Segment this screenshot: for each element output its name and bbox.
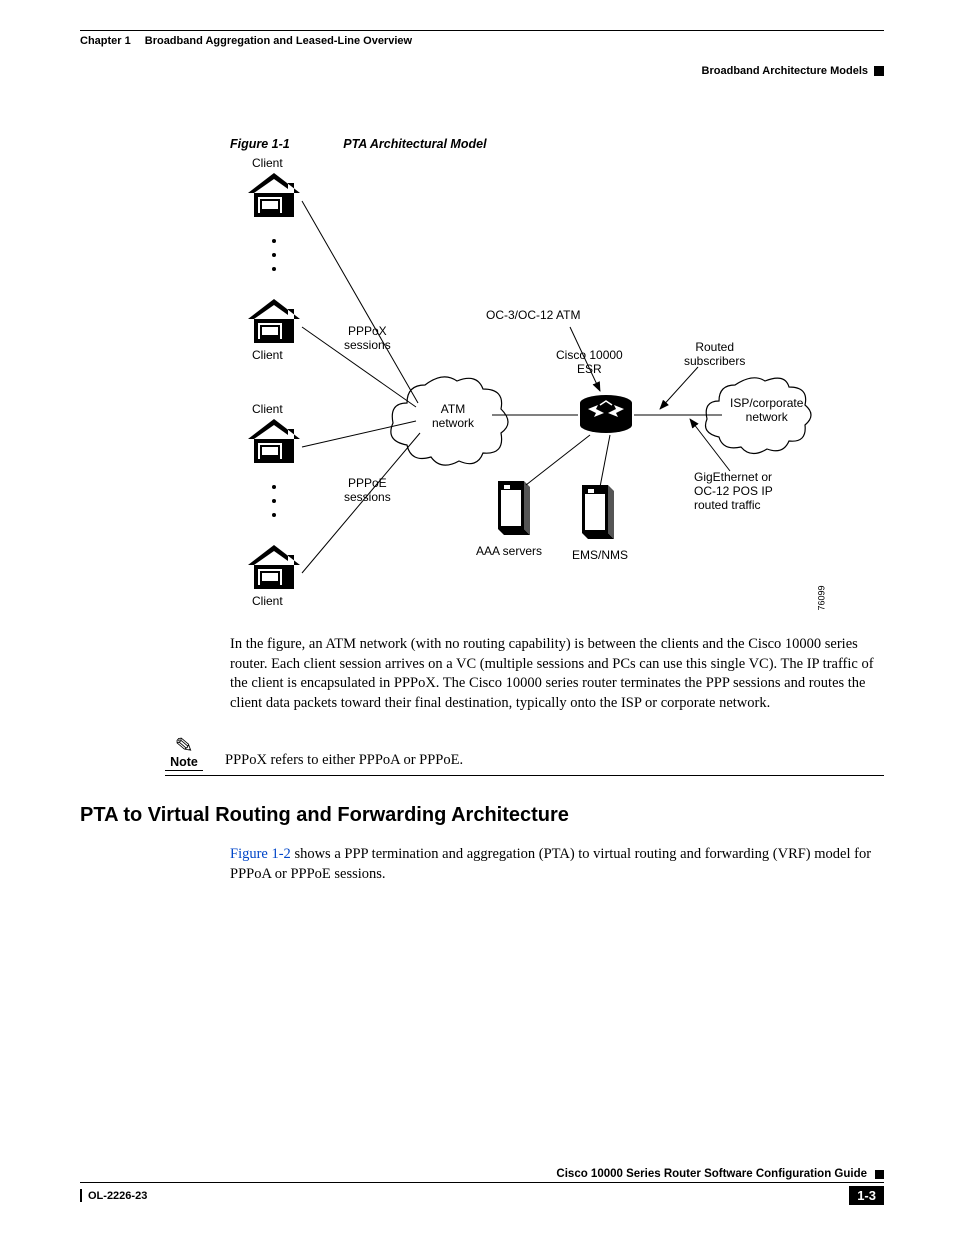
note-block: ✎ Note PPPoX refers to either PPPoA or P…	[165, 735, 884, 776]
label-client: Client	[252, 403, 283, 417]
label-pppox: PPPoX sessions	[344, 325, 391, 353]
label-client: Client	[252, 349, 283, 363]
footer-tick-icon	[80, 1189, 82, 1202]
page-number: 1-3	[849, 1186, 884, 1205]
figure-title: PTA Architectural Model	[343, 137, 486, 151]
label-cisco-esr: Cisco 10000 ESR	[556, 349, 623, 377]
label-ems-nms: EMS/NMS	[572, 549, 628, 563]
footer-doc-id: OL-2226-23	[88, 1190, 147, 1202]
figure-caption: Figure 1-1 PTA Architectural Model	[230, 137, 884, 151]
body-paragraph-2: Figure 1-2 shows a PPP termination and a…	[230, 845, 884, 884]
figure-1-2-link[interactable]: Figure 1-2	[230, 846, 291, 862]
footer-marker-icon	[875, 1170, 884, 1179]
label-client: Client	[252, 157, 283, 171]
chapter-number: Chapter 1	[80, 35, 131, 47]
figure-id: 76099	[816, 585, 826, 610]
page-footer: Cisco 10000 Series Router Software Confi…	[80, 1168, 884, 1205]
figure-label: Figure 1-1	[230, 137, 290, 151]
label-client: Client	[252, 595, 283, 609]
label-routed-subs: Routed subscribers	[684, 341, 745, 369]
heading-pta-vrf: PTA to Virtual Routing and Forwarding Ar…	[80, 804, 884, 827]
label-oc3: OC-3/OC-12 ATM	[486, 309, 580, 323]
header-marker-icon	[874, 66, 884, 76]
label-atm-network: ATM network	[432, 403, 474, 431]
section-title: Broadband Architecture Models	[702, 65, 868, 77]
figure-diagram: Client Client Client Client PPPoX sessio…	[230, 157, 830, 617]
label-pppoe: PPPoE sessions	[344, 477, 391, 505]
note-icon: ✎	[174, 734, 194, 758]
note-text: PPPoX refers to either PPPoA or PPPoE.	[225, 752, 463, 771]
label-isp-network: ISP/corporate network	[730, 397, 803, 425]
page-header: Chapter 1 Broadband Aggregation and Leas…	[80, 35, 884, 47]
footer-guide-title: Cisco 10000 Series Router Software Confi…	[556, 1168, 867, 1180]
chapter-title: Broadband Aggregation and Leased-Line Ov…	[145, 35, 412, 47]
label-aaa: AAA servers	[476, 545, 542, 559]
body-paragraph-2-rest: shows a PPP termination and aggregation …	[230, 846, 871, 882]
body-paragraph-1: In the figure, an ATM network (with no r…	[230, 635, 884, 713]
label-gigethernet: GigEthernet or OC-12 POS IP routed traff…	[694, 471, 773, 512]
